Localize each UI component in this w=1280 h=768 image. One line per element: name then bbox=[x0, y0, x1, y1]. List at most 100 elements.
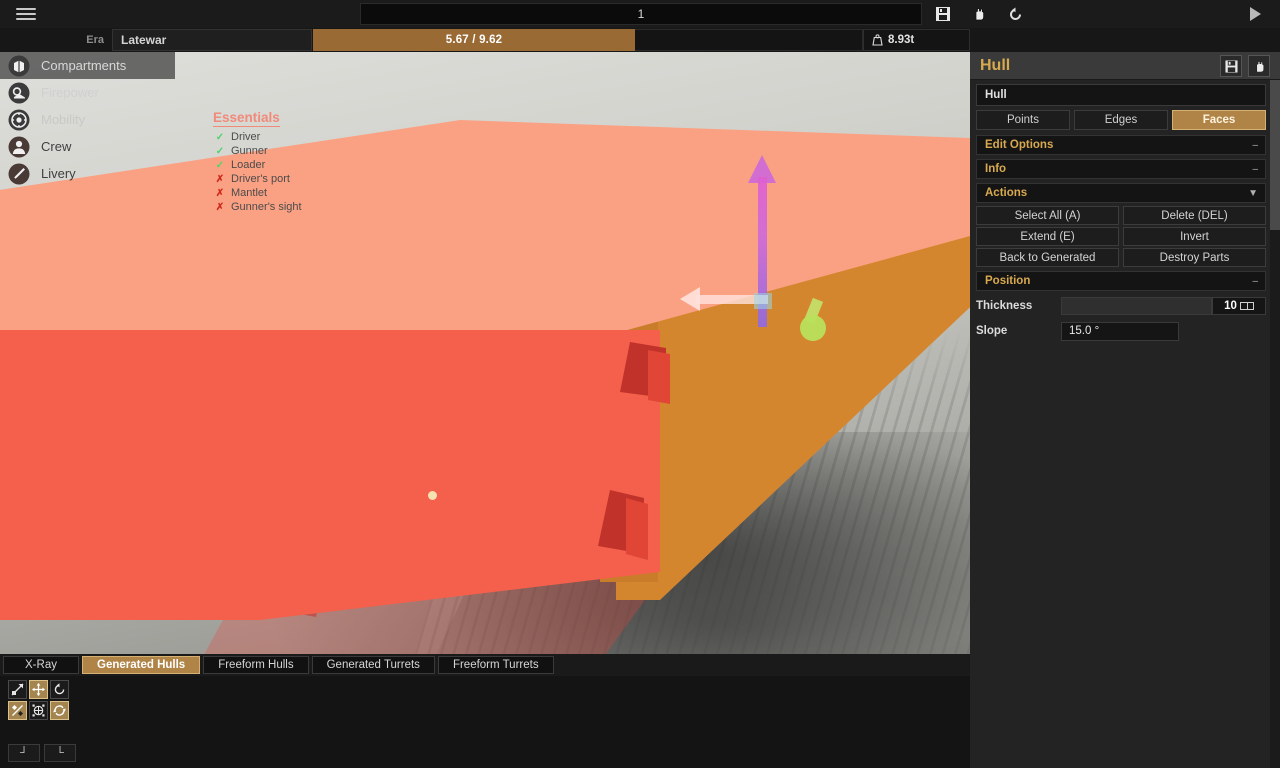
gizmo-center-handle[interactable] bbox=[754, 293, 772, 309]
weight-icon bbox=[872, 34, 883, 46]
cross-icon: ✗ bbox=[215, 187, 225, 199]
era-bar-right-filler bbox=[970, 28, 1280, 52]
essential-label: Driver bbox=[231, 131, 261, 143]
top-bar: 1 bbox=[0, 0, 1280, 28]
snap-magnet-icon[interactable] bbox=[8, 701, 27, 720]
thickness-value[interactable]: 10 bbox=[1212, 297, 1266, 315]
slope-label: Slope bbox=[976, 325, 1008, 337]
section-edit-options[interactable]: Edit Options – bbox=[976, 135, 1266, 155]
panel-scrollbar-thumb[interactable] bbox=[1270, 80, 1280, 230]
section-title: Position bbox=[985, 275, 1031, 287]
back-to-generated-button[interactable]: Back to Generated bbox=[976, 248, 1119, 267]
list-item: ✗ Gunner's sight bbox=[213, 200, 393, 214]
cross-icon: ✗ bbox=[215, 173, 225, 185]
check-icon: ✓ bbox=[215, 145, 225, 157]
tab-edges[interactable]: Edges bbox=[1074, 110, 1168, 130]
list-item: ✗ Driver's port bbox=[213, 172, 393, 186]
sidebar-item-livery[interactable]: Livery bbox=[0, 160, 175, 187]
rotate-tool-icon[interactable] bbox=[50, 680, 69, 699]
list-item: ✗ Mantlet bbox=[213, 186, 393, 200]
sidebar-item-firepower[interactable]: Firepower bbox=[0, 79, 175, 106]
wheel-icon bbox=[5, 109, 33, 131]
essential-label: Driver's port bbox=[231, 173, 290, 185]
move-tool-icon[interactable] bbox=[29, 680, 48, 699]
cost-progress-track bbox=[635, 29, 863, 51]
tab-generated-turrets[interactable]: Generated Turrets bbox=[311, 656, 435, 674]
section-info[interactable]: Info – bbox=[976, 159, 1266, 179]
era-value[interactable]: Latewar bbox=[112, 29, 312, 51]
bottom-tab-bar: X-Ray Generated Hulls Freeform Hulls Gen… bbox=[0, 654, 970, 676]
panel-scrollbar[interactable] bbox=[1270, 80, 1280, 768]
section-actions[interactable]: Actions ▼ bbox=[976, 183, 1266, 203]
section-title: Edit Options bbox=[985, 139, 1054, 151]
check-icon: ✓ bbox=[215, 131, 225, 143]
vehicle-name-input[interactable]: 1 bbox=[360, 3, 922, 25]
tab-points[interactable]: Points bbox=[976, 110, 1070, 130]
grid-snap-icon[interactable] bbox=[29, 701, 48, 720]
extend-button[interactable]: Extend (E) bbox=[976, 227, 1119, 246]
mirror-right-button[interactable]: └ bbox=[44, 744, 76, 762]
stepper-icon[interactable] bbox=[1239, 302, 1254, 310]
sidebar-item-crew[interactable]: Crew bbox=[0, 133, 175, 160]
resize-tool-icon[interactable] bbox=[8, 680, 27, 699]
sidebar-item-mobility[interactable]: Mobility bbox=[0, 106, 175, 133]
mirror-left-button[interactable]: ┘ bbox=[8, 744, 40, 762]
tab-xray[interactable]: X-Ray bbox=[3, 656, 79, 674]
panel-hand-button[interactable] bbox=[1248, 55, 1270, 77]
paintbrush-icon bbox=[5, 163, 33, 185]
expand-icon: ▼ bbox=[1248, 187, 1258, 199]
panel-header: Hull bbox=[970, 52, 1280, 80]
invert-button[interactable]: Invert bbox=[1123, 227, 1266, 246]
hand-icon[interactable] bbox=[968, 4, 990, 24]
thickness-label: Thickness bbox=[976, 300, 1033, 312]
tab-freeform-turrets[interactable]: Freeform Turrets bbox=[437, 656, 554, 674]
box-icon bbox=[5, 55, 33, 77]
thickness-row: Thickness 10 bbox=[976, 296, 1266, 316]
section-title: Info bbox=[985, 163, 1007, 175]
essential-label: Loader bbox=[231, 159, 266, 171]
rotate-snap-icon[interactable] bbox=[50, 701, 69, 720]
vertex-handle[interactable] bbox=[428, 491, 437, 500]
transform-tool-grid bbox=[8, 680, 70, 722]
actions-button-grid: Select All (A) Delete (DEL) Extend (E) I… bbox=[976, 206, 1266, 267]
viewport-3d[interactable]: Essentials ✓ Driver ✓ Gunner ✓ Loader ✗ … bbox=[0, 52, 970, 654]
bottom-panel: ┘ └ 30 V0.12417 bbox=[0, 676, 970, 768]
delete-button[interactable]: Delete (DEL) bbox=[1123, 206, 1266, 225]
destroy-parts-button[interactable]: Destroy Parts bbox=[1123, 248, 1266, 267]
list-item: ✓ Loader bbox=[213, 158, 393, 172]
thickness-number: 10 bbox=[1224, 300, 1237, 312]
essentials-title: Essentials bbox=[213, 110, 280, 127]
sidebar-item-label: Compartments bbox=[41, 58, 127, 73]
category-sidebar: Compartments Firepower Mobility Crew Liv… bbox=[0, 52, 175, 187]
hand-icon bbox=[1255, 60, 1264, 72]
essentials-panel: Essentials ✓ Driver ✓ Gunner ✓ Loader ✗ … bbox=[213, 110, 393, 214]
check-icon: ✓ bbox=[215, 159, 225, 171]
section-position[interactable]: Position – bbox=[976, 271, 1266, 291]
collapse-icon: – bbox=[1252, 275, 1258, 287]
panel-save-button[interactable] bbox=[1220, 55, 1242, 77]
sidebar-item-label: Mobility bbox=[41, 112, 86, 127]
weight-indicator: 8.93t bbox=[863, 29, 970, 51]
sidebar-item-compartments[interactable]: Compartments bbox=[0, 52, 175, 79]
selection-mode-tabs: Points Edges Faces bbox=[976, 110, 1266, 130]
object-name-field[interactable]: Hull bbox=[976, 84, 1266, 106]
essential-label: Gunner's sight bbox=[231, 201, 302, 213]
tab-faces[interactable]: Faces bbox=[1172, 110, 1266, 130]
move-gizmo[interactable] bbox=[680, 147, 880, 357]
play-button[interactable] bbox=[1244, 4, 1266, 24]
reset-icon[interactable] bbox=[1004, 4, 1026, 24]
tab-freeform-hulls[interactable]: Freeform Hulls bbox=[203, 656, 309, 674]
thickness-slider[interactable] bbox=[1061, 297, 1212, 315]
slope-input[interactable]: 15.0 ° bbox=[1061, 321, 1179, 341]
save-icon[interactable] bbox=[932, 4, 954, 24]
play-triangle-icon bbox=[1249, 7, 1261, 21]
hamburger-icon[interactable] bbox=[0, 0, 52, 28]
weight-value: 8.93t bbox=[888, 34, 915, 46]
tab-generated-hulls[interactable]: Generated Hulls bbox=[82, 656, 201, 674]
save-icon bbox=[1224, 59, 1238, 73]
sidebar-item-label: Crew bbox=[41, 139, 72, 154]
gizmo-free-move-handle[interactable] bbox=[800, 315, 826, 341]
section-title: Actions bbox=[985, 187, 1028, 199]
person-icon bbox=[5, 136, 33, 158]
select-all-button[interactable]: Select All (A) bbox=[976, 206, 1119, 225]
